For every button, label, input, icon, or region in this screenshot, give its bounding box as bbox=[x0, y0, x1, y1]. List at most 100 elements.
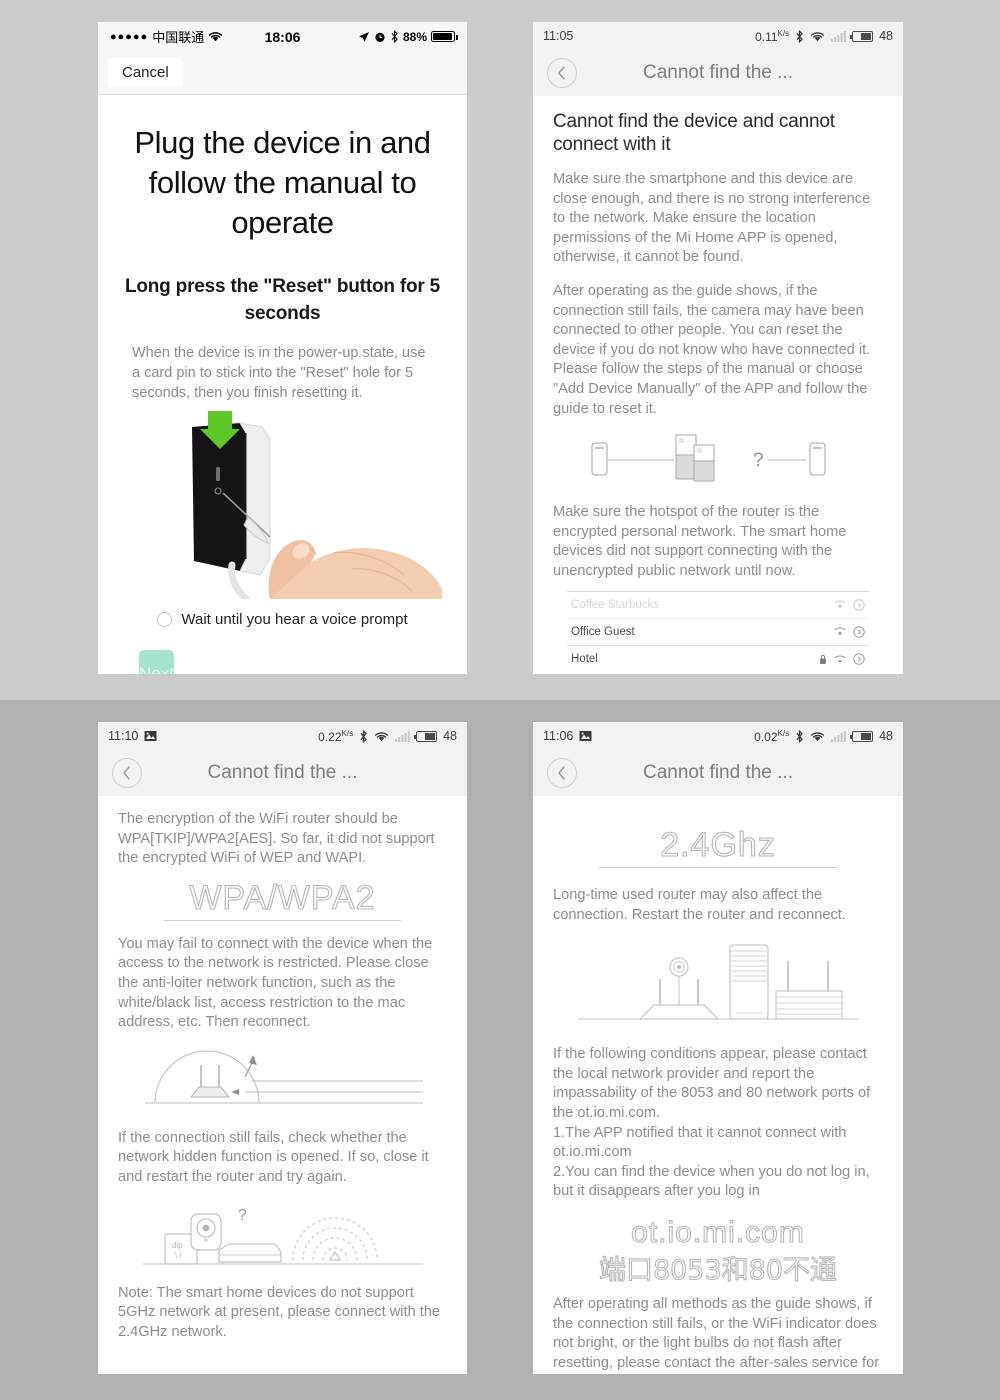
signal-dots-icon: ●●●●● bbox=[110, 30, 149, 43]
image-icon bbox=[144, 730, 157, 742]
wifi-strength-icon bbox=[834, 600, 846, 609]
wifi-name: Office Guest bbox=[571, 625, 635, 638]
panel-cannot-find-device-2: 11:10 0.22K/s 48 Cannot find the ... The… bbox=[98, 722, 467, 1374]
cell-signal-icon bbox=[831, 30, 846, 42]
panel-cannot-find-device-3: 11:06 0.02K/s 48 Cannot find the ... 2.4… bbox=[533, 722, 903, 1374]
android-status-bar: 11:06 0.02K/s 48 bbox=[533, 722, 903, 750]
back-button[interactable] bbox=[547, 58, 577, 88]
wifi-name: Coffee Starbucks bbox=[571, 598, 660, 611]
wifi-network-list: Coffee Starbucks Office Guest Hotel bbox=[567, 590, 869, 675]
domain-outline-label: ot.io.mi.com bbox=[631, 1215, 805, 1249]
article-paragraph-2: If the following conditions appear, plea… bbox=[553, 1046, 871, 1200]
ios-status-bar: ●●●●● 中国联通 18:06 88% bbox=[98, 22, 467, 51]
frequency-outline-label: 2.4Ghz bbox=[660, 825, 776, 864]
cell-signal-icon bbox=[395, 730, 410, 742]
chevron-left-icon bbox=[557, 66, 567, 80]
android-status-bar: 11:10 0.22K/s 48 bbox=[98, 722, 467, 750]
banner-rule bbox=[164, 919, 401, 921]
svg-text:?: ? bbox=[238, 1207, 247, 1224]
cancel-button[interactable]: Cancel bbox=[108, 58, 183, 87]
wifi-strength-icon bbox=[834, 627, 846, 636]
ios-nav-bar: Cancel bbox=[98, 51, 467, 95]
page-title: Plug the device in and follow the manual… bbox=[134, 125, 431, 240]
svg-text:?: ? bbox=[753, 450, 764, 471]
battery-percent-label: 48 bbox=[443, 729, 457, 743]
chevron-right-circle-icon[interactable] bbox=[853, 598, 865, 611]
wifi-name: Hotel bbox=[571, 653, 598, 665]
article-note: Note: The smart home devices do not supp… bbox=[118, 1284, 441, 1340]
bluetooth-icon bbox=[359, 729, 368, 743]
battery-icon bbox=[414, 730, 438, 742]
android-status-bar: 11:05 0.11K/s 48 bbox=[533, 22, 903, 50]
nav-title: Cannot find the ... bbox=[207, 762, 358, 783]
router-signal-dome-diagram bbox=[118, 1047, 447, 1115]
list-item[interactable]: Coffee Starbucks bbox=[567, 592, 869, 619]
chevron-left-icon bbox=[557, 766, 567, 780]
battery-percent-label: 88% bbox=[402, 29, 427, 44]
bluetooth-icon bbox=[795, 729, 804, 743]
clock-label: 11:06 bbox=[543, 729, 574, 743]
android-nav-bar: Cannot find the ... bbox=[533, 50, 903, 96]
article-paragraph-3: After operating all methods as the guide… bbox=[553, 1295, 880, 1371]
camera-router-wifi-question-diagram: dip \ / ? bbox=[118, 1202, 447, 1274]
chevron-right-circle-icon[interactable] bbox=[853, 653, 865, 665]
svg-text:dip: dip bbox=[172, 1241, 183, 1250]
banner-rule bbox=[599, 867, 837, 868]
data-rate-label: 0.11K/s bbox=[755, 28, 790, 44]
article-paragraph-2: You may fail to connect with the device … bbox=[118, 935, 433, 1031]
chevron-left-icon bbox=[122, 766, 132, 780]
back-button[interactable] bbox=[112, 758, 142, 788]
back-button[interactable] bbox=[547, 758, 577, 788]
routers-and-camera-lineup-diagram bbox=[553, 939, 883, 1029]
phone-router-phone-question-diagram: ? bbox=[553, 433, 883, 489]
clock-label: 11:05 bbox=[543, 29, 574, 43]
voice-prompt-checkbox-row[interactable]: Wait until you hear a voice prompt bbox=[120, 611, 445, 628]
page-description: When the device is in the power-up state… bbox=[132, 345, 426, 401]
article-heading: Cannot find the device and cannot connec… bbox=[553, 111, 835, 155]
wifi-icon bbox=[374, 731, 389, 742]
nav-title: Cannot find the ... bbox=[643, 762, 793, 783]
wifi-strength-icon bbox=[834, 655, 846, 664]
radio-circle-icon[interactable] bbox=[157, 612, 173, 627]
wpa-outline-label: WPA/WPA2 bbox=[189, 878, 376, 917]
article-paragraph-3: If the connection still fails, check whe… bbox=[118, 1129, 429, 1185]
image-icon bbox=[579, 730, 592, 742]
alarm-icon bbox=[374, 31, 386, 43]
panel-plug-device-screen: ●●●●● 中国联通 18:06 88% Cancel Plug the dev… bbox=[98, 22, 467, 674]
panel-cannot-find-device-1: 11:05 0.11K/s 48 Cannot find the ... Can… bbox=[533, 22, 903, 674]
bluetooth-icon bbox=[795, 29, 804, 43]
list-item[interactable]: Office Guest bbox=[567, 619, 869, 646]
article-paragraph-3: Make sure the hotspot of the router is t… bbox=[553, 504, 847, 579]
page-subtitle: Long press the "Reset" button for 5 seco… bbox=[124, 276, 441, 324]
wpa-outline-banner: WPA/WPA2 bbox=[118, 878, 447, 921]
battery-icon bbox=[850, 730, 874, 742]
carrier-label: 中国联通 bbox=[152, 30, 205, 45]
domain-outline-banner: ot.io.mi.com 端口8053和80不通 bbox=[553, 1215, 883, 1287]
frequency-outline-banner: 2.4Ghz bbox=[553, 825, 883, 868]
chevron-right-circle-icon[interactable] bbox=[853, 625, 865, 638]
nav-title: Cannot find the ... bbox=[643, 62, 793, 83]
next-button[interactable]: Next bbox=[139, 650, 174, 674]
battery-icon bbox=[431, 31, 458, 42]
article-paragraph-1: The encryption of the WiFi router should… bbox=[118, 811, 435, 867]
data-rate-label: 0.02K/s bbox=[754, 728, 790, 744]
clock-label: 18:06 bbox=[264, 28, 301, 45]
svg-text:\ /: \ / bbox=[175, 1251, 182, 1260]
article-paragraph-1: Make sure the smartphone and this device… bbox=[553, 171, 871, 266]
hand-pressing-reset-pin-photo bbox=[120, 409, 445, 599]
article-paragraph-2: After operating as the guide shows, if t… bbox=[553, 282, 871, 417]
battery-percent-label: 48 bbox=[879, 29, 893, 43]
wifi-icon bbox=[208, 31, 223, 42]
list-item[interactable]: Hotel bbox=[567, 646, 869, 673]
wifi-icon bbox=[810, 31, 825, 42]
android-nav-bar: Cannot find the ... bbox=[533, 750, 903, 796]
article-paragraph-1: Long-time used router may also affect th… bbox=[553, 887, 846, 923]
data-rate-label: 0.22K/s bbox=[318, 728, 354, 744]
lock-icon bbox=[819, 654, 827, 665]
battery-percent-label: 48 bbox=[879, 729, 893, 743]
clock-label: 11:10 bbox=[108, 729, 139, 743]
voice-prompt-label: Wait until you hear a voice prompt bbox=[181, 611, 408, 628]
battery-icon bbox=[850, 30, 874, 42]
location-arrow-icon bbox=[358, 31, 370, 43]
bluetooth-icon bbox=[390, 30, 399, 43]
